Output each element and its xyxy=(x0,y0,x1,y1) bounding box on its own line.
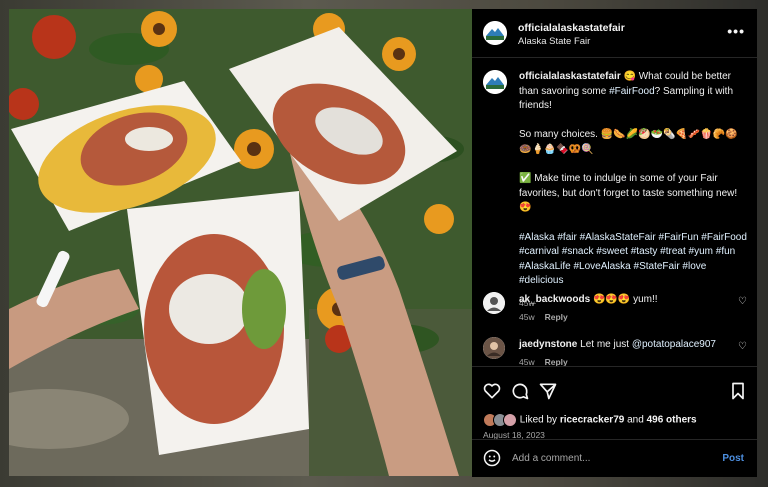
header-location[interactable]: Alaska State Fair xyxy=(518,36,590,47)
comment-input[interactable]: Add a comment... xyxy=(512,453,590,464)
caption-text: officialalaskastatefair 😋 What could be … xyxy=(519,70,749,310)
alaska-fair-logo-icon xyxy=(483,70,507,94)
comment-meta: 45w Reply xyxy=(519,312,578,322)
comment-body: Let me just xyxy=(580,339,632,350)
commenter-avatar[interactable] xyxy=(483,292,505,314)
commenter-avatar[interactable] xyxy=(483,337,505,359)
likes-summary: Liked by ricecracker79 and 496 others xyxy=(483,413,697,427)
comment-username[interactable]: ak_backwoods xyxy=(519,294,590,305)
liker-avatars xyxy=(483,413,517,427)
mention-link[interactable]: @potatopalace907 xyxy=(632,339,716,350)
comment-text: ak_backwoods 😍😍😍 yum!! xyxy=(519,294,729,305)
food-photo xyxy=(9,9,472,476)
caption-line2: So many choices. 🍔🌭🌽🥙🥗🌯🍕🥓🍿🥐🍪🍩🍦🧁🍫🥨🍭 xyxy=(519,129,738,155)
comment-heart-icon[interactable]: ♡ xyxy=(738,296,747,307)
caption-username[interactable]: officialalaskastatefair xyxy=(519,71,621,82)
reply-button[interactable]: Reply xyxy=(545,312,568,322)
caption-hashtags[interactable]: #Alaska #fair #AlaskaStateFair #FairFun … xyxy=(519,231,749,289)
alaska-fair-logo-icon xyxy=(483,21,507,45)
caption-avatar[interactable] xyxy=(483,70,507,94)
add-comment-bar: Add a comment... Post xyxy=(472,439,757,477)
hashtag-link[interactable]: #FairFood xyxy=(609,86,655,97)
liked-by-and: and xyxy=(624,414,647,426)
save-bookmark-icon[interactable] xyxy=(728,381,748,401)
post-side-panel: officialalaskastatefair Alaska State Fai… xyxy=(472,9,757,477)
comment-heart-icon[interactable]: ♡ xyxy=(738,341,747,352)
like-heart-icon[interactable] xyxy=(482,381,502,401)
more-icon[interactable]: ••• xyxy=(727,23,745,39)
caption-line3: ✅ Make time to indulge in some of your F… xyxy=(519,173,738,214)
comment-age: 45w xyxy=(519,312,535,322)
emoji-icon[interactable] xyxy=(483,449,501,467)
comment-text: jaedynstone Let me just @potatopalace907 xyxy=(519,339,729,350)
post-photo[interactable] xyxy=(9,9,472,476)
liked-by-prefix: Liked by xyxy=(519,414,560,426)
share-send-icon[interactable] xyxy=(538,381,558,401)
likes-count-link[interactable]: 496 others xyxy=(647,415,697,426)
header-username[interactable]: officialalaskastatefair xyxy=(518,22,625,34)
post-header: officialalaskastatefair Alaska State Fai… xyxy=(472,9,757,58)
comment-item: ak_backwoods 😍😍😍 yum!! 45w Reply ♡ xyxy=(472,292,757,332)
post-button[interactable]: Post xyxy=(722,453,744,464)
account-avatar[interactable] xyxy=(483,21,507,45)
comment-username[interactable]: jaedynstone xyxy=(519,339,577,350)
liked-by-user-link[interactable]: ricecracker79 xyxy=(560,415,625,426)
comment-body: 😍😍😍 yum!! xyxy=(592,294,658,305)
comment-bubble-icon[interactable] xyxy=(510,381,530,401)
